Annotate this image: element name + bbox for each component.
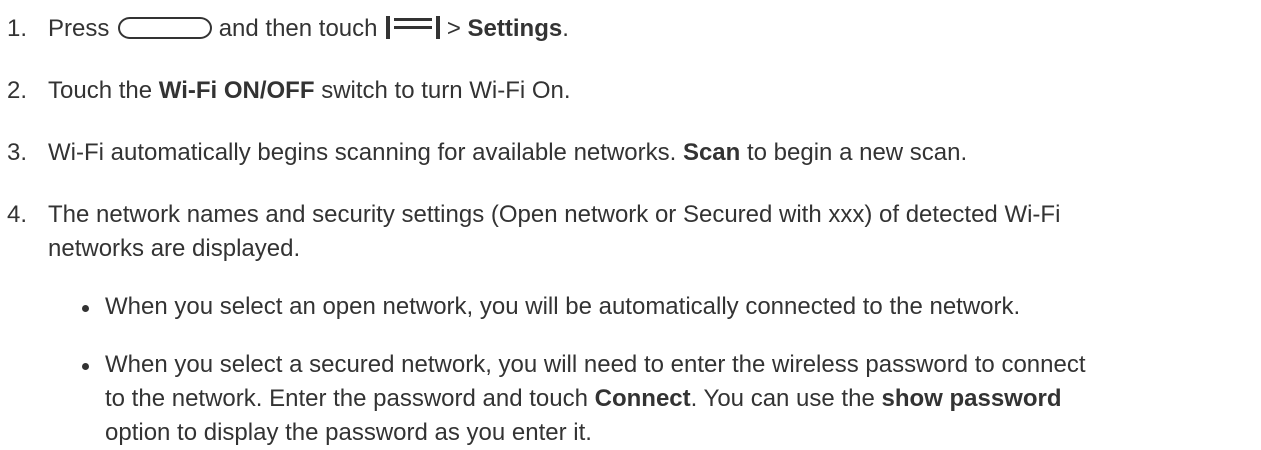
bullet-text: When you select an open network, you wil…: [105, 293, 1021, 320]
connect-label: Connect: [594, 385, 691, 412]
wifi-switch-label: Wi-Fi ON/OFF: [158, 77, 315, 104]
settings-label: Settings: [467, 15, 563, 42]
step-text: Touch the Wi-Fi ON/OFF switch to turn Wi…: [48, 77, 571, 104]
show-password-label: show password: [881, 385, 1062, 412]
home-button-icon: [118, 17, 213, 39]
bullet-text: When you select a secured network, you w…: [105, 351, 1086, 446]
bullet-dot: [82, 363, 89, 370]
step-number: 1.: [7, 15, 28, 42]
step-text: The network names and security settings …: [48, 201, 1061, 262]
step-text: Wi-Fi automatically begins scanning for …: [48, 139, 968, 166]
scan-label: Scan: [682, 139, 741, 166]
menu-icon: [386, 16, 441, 40]
bullet-dot: [82, 305, 89, 312]
step-number: 2.: [7, 77, 28, 104]
step-text: Press and then touch > Settings.: [48, 15, 569, 42]
step-number: 4.: [7, 201, 28, 228]
step-number: 3.: [7, 139, 28, 166]
